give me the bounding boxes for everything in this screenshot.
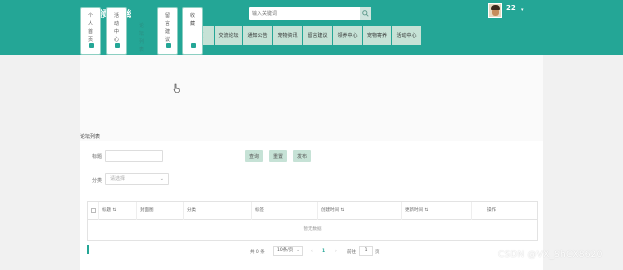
avatar[interactable]	[488, 3, 502, 18]
watermark: CSDN @VX_ShCX8620	[498, 250, 603, 260]
card-label: 个人首页	[87, 13, 93, 43]
th-created[interactable]: 创建时间 ⇅	[317, 202, 401, 220]
page-size-select[interactable]: 10条/页 ⌄	[273, 246, 303, 256]
category-filter-label: 分类	[92, 178, 103, 184]
nav-item-notice[interactable]: 通知公告	[243, 26, 273, 45]
th-actions: 操作	[471, 202, 537, 220]
card-activity-center[interactable]: 活动中心	[106, 7, 127, 55]
card-forum-list[interactable]: 论坛列表	[131, 7, 152, 55]
th-title[interactable]: 标题 ⇅	[98, 202, 131, 220]
card-label: 论坛列表	[138, 23, 144, 53]
query-button[interactable]: 查询	[245, 150, 263, 162]
card-personal-home[interactable]: 个人首页	[80, 7, 101, 55]
goto-page-input[interactable]: 1	[359, 246, 373, 256]
sort-icon: ⇅	[340, 208, 345, 213]
reset-button[interactable]: 重置	[269, 150, 287, 162]
th-category: 分类	[183, 202, 251, 220]
card-label: 收藏	[189, 13, 195, 27]
pager-total: 共 0 条	[250, 250, 265, 255]
nav-item-feedback[interactable]: 留言建议	[303, 26, 333, 45]
feedback-icon	[166, 43, 171, 48]
forum-table: 标题 ⇅ 封面图 分类 标签 创建时间 ⇅ 更新时间 ⇅ 操作 暂无数据	[87, 201, 538, 241]
th-updated[interactable]: 更新时间 ⇅	[401, 202, 471, 220]
hand-cursor-icon	[173, 83, 180, 93]
favorite-icon	[191, 43, 196, 48]
nav-item-adoption[interactable]: 领养中心	[333, 26, 363, 45]
username[interactable]: 22	[506, 4, 516, 12]
th-cover: 封面图	[136, 202, 183, 220]
goto-label: 前往	[347, 250, 356, 255]
card-favorites[interactable]: 收藏	[182, 7, 203, 55]
current-page[interactable]: 1	[322, 249, 325, 254]
nav-item-forum[interactable]: 交流论坛	[215, 26, 243, 45]
title-filter-input[interactable]	[105, 150, 163, 162]
prev-page-button[interactable]: ‹	[311, 249, 313, 254]
card-feedback[interactable]: 留言建议	[157, 7, 178, 55]
main-nav: 首页 交流论坛 通知公告 宠物资讯 留言建议 领养中心 宠物寄养 活动中心	[183, 26, 421, 45]
chevron-down-icon[interactable]: ▾	[521, 7, 524, 13]
chevron-down-icon: ⌄	[159, 176, 164, 182]
chevron-down-icon: ⌄	[296, 248, 300, 253]
nav-item-boarding[interactable]: 宠物寄养	[363, 26, 392, 45]
next-page-button[interactable]: ›	[335, 249, 337, 254]
sort-icon: ⇅	[424, 208, 429, 213]
accent-bar	[87, 245, 89, 254]
table-header: 标题 ⇅ 封面图 分类 标签 创建时间 ⇅ 更新时间 ⇅ 操作	[88, 202, 537, 220]
home-icon	[89, 43, 94, 48]
activity-icon	[115, 43, 120, 48]
title-filter-label: 标题	[92, 154, 103, 160]
publish-button[interactable]: 发布	[293, 150, 311, 162]
search-box	[249, 7, 371, 20]
goto-suffix: 页	[375, 250, 380, 255]
category-select[interactable]: 请选择 ⌄	[105, 173, 169, 185]
nav-item-activity[interactable]: 活动中心	[392, 26, 421, 45]
search-input[interactable]	[249, 7, 360, 20]
sort-icon: ⇅	[112, 208, 117, 213]
nav-item-pet-news[interactable]: 宠物资讯	[273, 26, 303, 45]
category-placeholder: 请选择	[110, 176, 126, 182]
empty-text: 暂无数据	[303, 227, 322, 232]
card-label: 活动中心	[113, 13, 119, 43]
search-icon	[362, 10, 369, 17]
search-button[interactable]	[360, 7, 371, 20]
section-title: 论坛列表	[80, 134, 101, 140]
th-tags: 标签	[251, 202, 317, 220]
card-label: 留言建议	[164, 13, 170, 43]
